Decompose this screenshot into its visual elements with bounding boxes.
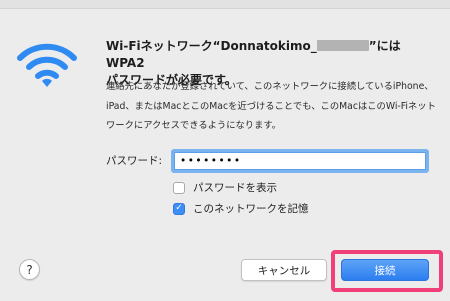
password-masked-value: •••••••• [180, 154, 242, 167]
show-password-option[interactable]: パスワードを表示 [173, 180, 277, 195]
wifi-icon [17, 43, 77, 87]
show-password-label: パスワードを表示 [193, 182, 277, 194]
help-button[interactable]: ? [19, 259, 40, 280]
redacted-network-name [316, 40, 369, 51]
password-label: パスワード: [106, 155, 163, 167]
show-password-checkbox[interactable] [173, 181, 185, 194]
dialog-top-edge [0, 0, 450, 9]
wifi-password-dialog: Wi-Fiネットワーク“Donnatokimo_ ”にはWPA2 パスワードが必要… [0, 0, 450, 301]
dialog-description: 連絡先にあなたが登録されていて、このネットワークに接続しているiPhone、iP… [106, 81, 436, 131]
remember-network-checkbox[interactable]: ✓ [173, 202, 185, 215]
remember-network-label: このネットワークを記憶 [193, 203, 309, 215]
remember-network-option[interactable]: ✓ このネットワークを記憶 [173, 201, 309, 216]
cancel-button[interactable]: キャンセル [241, 259, 327, 281]
title-network-prefix: Wi-Fiネットワーク“Donnatokimo_ [106, 39, 317, 53]
connect-button[interactable]: 接続 [341, 259, 429, 281]
checkmark-icon: ✓ [175, 203, 183, 213]
password-field[interactable]: •••••••• [171, 149, 429, 173]
